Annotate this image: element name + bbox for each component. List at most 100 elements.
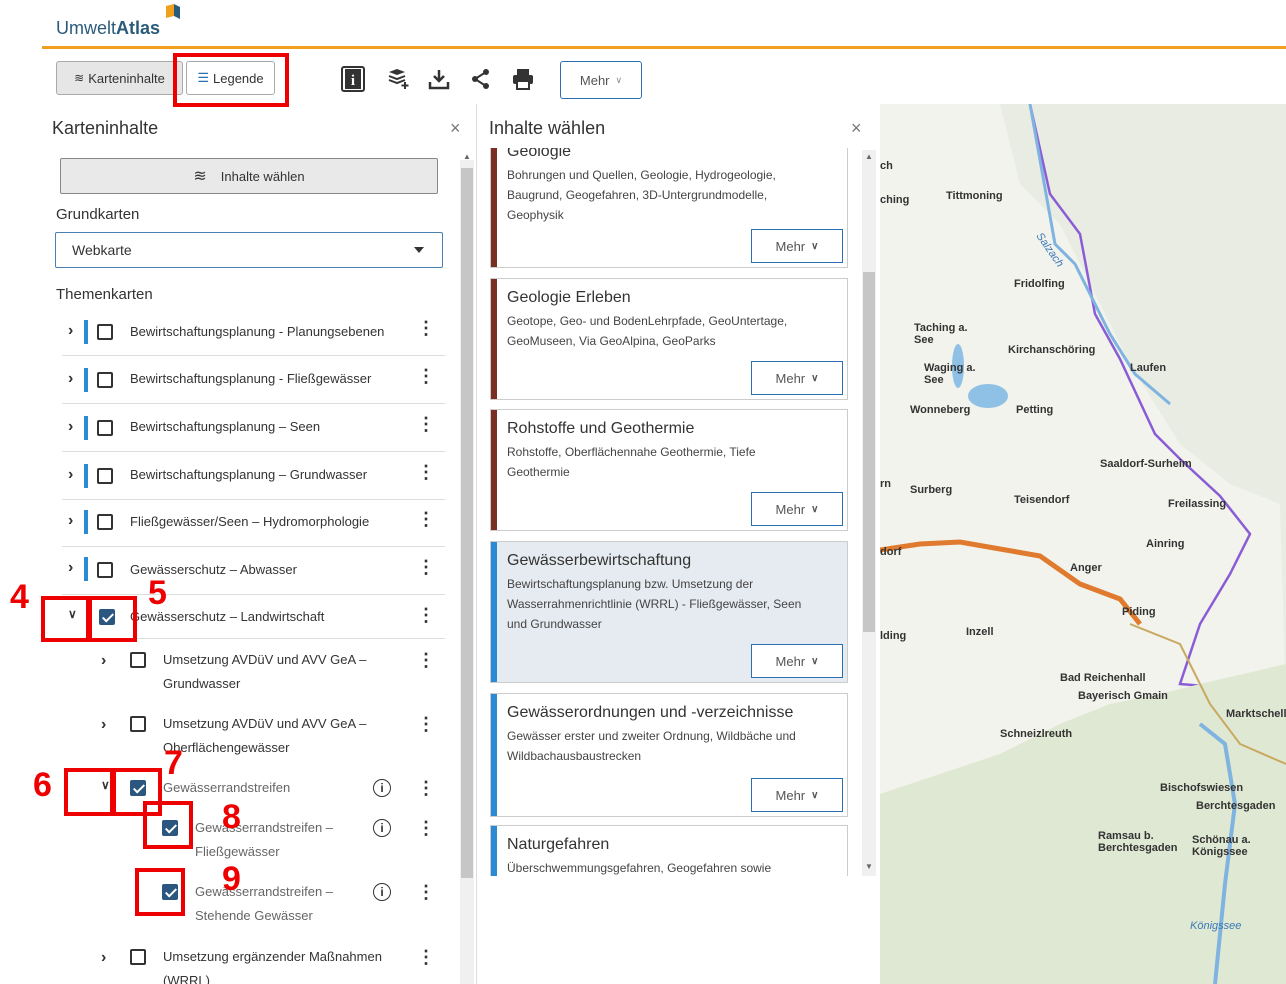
chevron-right-icon[interactable]: ›: [101, 716, 106, 734]
inhalte-cards-viewport: Geologie Bohrungen und Quellen, Geologie…: [488, 148, 862, 876]
more-vertical-icon[interactable]: ⋮: [417, 367, 435, 385]
map-label: Piding: [1122, 606, 1156, 618]
left-panel-scrollbar-thumb[interactable]: [461, 168, 473, 878]
map-label: Surberg: [910, 484, 953, 496]
mehr-button[interactable]: Mehr ∨: [751, 644, 843, 678]
layer-checkbox[interactable]: [97, 514, 113, 530]
layer-label: Fließgewässer/Seen – Hydromorphologie: [130, 514, 370, 529]
mehr-button[interactable]: Mehr ∨: [751, 778, 843, 812]
mehr-button[interactable]: Mehr ∨: [751, 492, 843, 526]
inhalte-waehlen-button[interactable]: ≋ Inhalte wählen: [60, 158, 438, 194]
layer-label: Umsetzung AVDüV und AVV GeA –: [163, 652, 367, 667]
themenkarte-row[interactable]: › Bewirtschaftungsplanung - Fließgewässe…: [62, 356, 445, 404]
chevron-right-icon[interactable]: ›: [68, 466, 73, 484]
grundkarten-select[interactable]: Webkarte: [55, 232, 443, 268]
mehr-label: Mehr: [775, 238, 806, 254]
scroll-up-icon[interactable]: ▲: [865, 152, 873, 161]
mehr-button[interactable]: Mehr ∨: [751, 361, 843, 395]
layer-label: Gewässerrandstreifen –: [195, 820, 334, 835]
sublayer-row[interactable]: › Umsetzung ergänzender Maßnahmen (WRRL)…: [95, 945, 435, 984]
more-vertical-icon[interactable]: ⋮: [417, 651, 435, 669]
layer-label-line2: Grundwasser: [163, 676, 241, 691]
map-label: Tittmoning: [946, 190, 1003, 202]
mehr-menu-button[interactable]: Mehr ∨: [560, 61, 642, 99]
karteninhalte-panel-title: Karteninhalte: [52, 118, 159, 138]
chevron-right-icon[interactable]: ›: [68, 559, 73, 577]
more-vertical-icon[interactable]: ⋮: [417, 510, 435, 528]
info-circle-icon[interactable]: i: [373, 819, 391, 837]
category-card[interactable]: Rohstoffe und Geothermie Rohstoffe, Ober…: [490, 409, 848, 531]
category-card[interactable]: Geologie Bohrungen und Quellen, Geologie…: [490, 148, 848, 268]
map-label: Taching a. See: [914, 322, 968, 346]
themenkarte-row[interactable]: › Bewirtschaftungsplanung - Planungseben…: [62, 308, 445, 356]
more-vertical-icon[interactable]: ⋮: [417, 415, 435, 433]
category-card[interactable]: Geologie Erleben Geotope, Geo- und Boden…: [490, 278, 848, 400]
chevron-right-icon[interactable]: ›: [68, 512, 73, 530]
sublayer-row[interactable]: › Umsetzung AVDüV und AVV GeA – Grundwas…: [95, 648, 435, 708]
more-vertical-icon[interactable]: ⋮: [417, 948, 435, 966]
more-vertical-icon[interactable]: ⋮: [417, 819, 435, 837]
chevron-right-icon[interactable]: ›: [101, 652, 106, 670]
category-card[interactable]: Gewässerordnungen und -verzeichnisse Gew…: [490, 693, 848, 817]
close-icon[interactable]: ×: [851, 118, 862, 139]
panel-divider: [476, 104, 477, 984]
karteninhalte-button[interactable]: ≋ Karteninhalte: [56, 61, 183, 95]
layers-add-icon[interactable]: [384, 64, 414, 94]
themenkarte-row[interactable]: › Bewirtschaftungsplanung – Seen ⋮: [62, 404, 445, 452]
chevron-right-icon[interactable]: ›: [68, 370, 73, 388]
chevron-right-icon[interactable]: ›: [101, 949, 106, 967]
chevron-right-icon[interactable]: ›: [68, 418, 73, 436]
annotation-number: 4: [10, 578, 29, 616]
layer-checkbox[interactable]: [97, 324, 113, 340]
layer-checkbox[interactable]: [97, 562, 113, 578]
more-vertical-icon[interactable]: ⋮: [417, 606, 435, 624]
more-vertical-icon[interactable]: ⋮: [417, 558, 435, 576]
layer-label: Umsetzung ergänzender Maßnahmen: [163, 949, 382, 964]
info-icon[interactable]: i: [338, 64, 368, 94]
map-label: Marktschellenberg: [1226, 708, 1286, 720]
scroll-down-icon[interactable]: ▼: [865, 862, 873, 871]
scroll-up-icon[interactable]: ▲: [463, 152, 471, 161]
share-icon[interactable]: [466, 64, 496, 94]
inhalte-scrollbar-thumb[interactable]: [863, 272, 875, 632]
sublayer-row[interactable]: › Umsetzung AVDüV und AVV GeA – Oberfläc…: [95, 712, 435, 772]
annotation-box: [64, 768, 114, 816]
info-circle-icon[interactable]: i: [373, 779, 391, 797]
mehr-label: Mehr: [775, 787, 806, 803]
themenkarte-row[interactable]: › Gewässerschutz – Abwasser ⋮: [62, 547, 445, 595]
chevron-right-icon[interactable]: ›: [68, 322, 73, 340]
themenkarte-row[interactable]: › Fließgewässer/Seen – Hydromorphologie …: [62, 500, 445, 547]
more-vertical-icon[interactable]: ⋮: [417, 779, 435, 797]
category-card-selected[interactable]: Gewässerbewirtschaftung Bewirtschaftungs…: [490, 541, 848, 683]
themenkarte-row[interactable]: › Bewirtschaftungsplanung – Grundwasser …: [62, 452, 445, 500]
layer-checkbox[interactable]: [97, 420, 113, 436]
layer-checkbox[interactable]: [97, 372, 113, 388]
layer-label-line2: (WRRL): [163, 973, 210, 984]
map-label: Wonneberg: [910, 404, 971, 416]
more-vertical-icon[interactable]: ⋮: [417, 883, 435, 901]
map-label: Inzell: [966, 626, 994, 638]
info-circle-icon[interactable]: i: [373, 883, 391, 901]
map-label: Petting: [1016, 404, 1054, 416]
map-label: Laufen: [1130, 362, 1167, 374]
download-icon[interactable]: [424, 64, 454, 94]
more-vertical-icon[interactable]: ⋮: [417, 319, 435, 337]
more-vertical-icon[interactable]: ⋮: [417, 463, 435, 481]
mehr-button[interactable]: Mehr ∨: [751, 229, 843, 263]
close-icon[interactable]: ×: [450, 118, 461, 139]
map-view[interactable]: Tittmoning Fridolfing Taching a. See Kir…: [880, 104, 1286, 984]
layer-checkbox[interactable]: [130, 652, 146, 668]
more-vertical-icon[interactable]: ⋮: [417, 715, 435, 733]
karteninhalte-label: Karteninhalte: [88, 70, 165, 86]
chevron-down-icon: ∨: [615, 74, 623, 85]
category-card[interactable]: Naturgefahren Überschwemmungsgefahren, G…: [490, 825, 848, 876]
category-description: Gewässer erster und zweiter Ordnung, Wil…: [507, 729, 796, 763]
caret-down-icon: [414, 247, 424, 253]
print-icon[interactable]: [508, 64, 538, 94]
layer-checkbox[interactable]: [130, 949, 146, 965]
map-label: Schönau a. Königssee: [1192, 834, 1251, 858]
layer-checkbox[interactable]: [97, 468, 113, 484]
layer-checkbox[interactable]: [130, 716, 146, 732]
category-title: Rohstoffe und Geothermie: [507, 420, 695, 437]
layer-label: Bewirtschaftungsplanung - Planungsebenen: [130, 324, 385, 339]
